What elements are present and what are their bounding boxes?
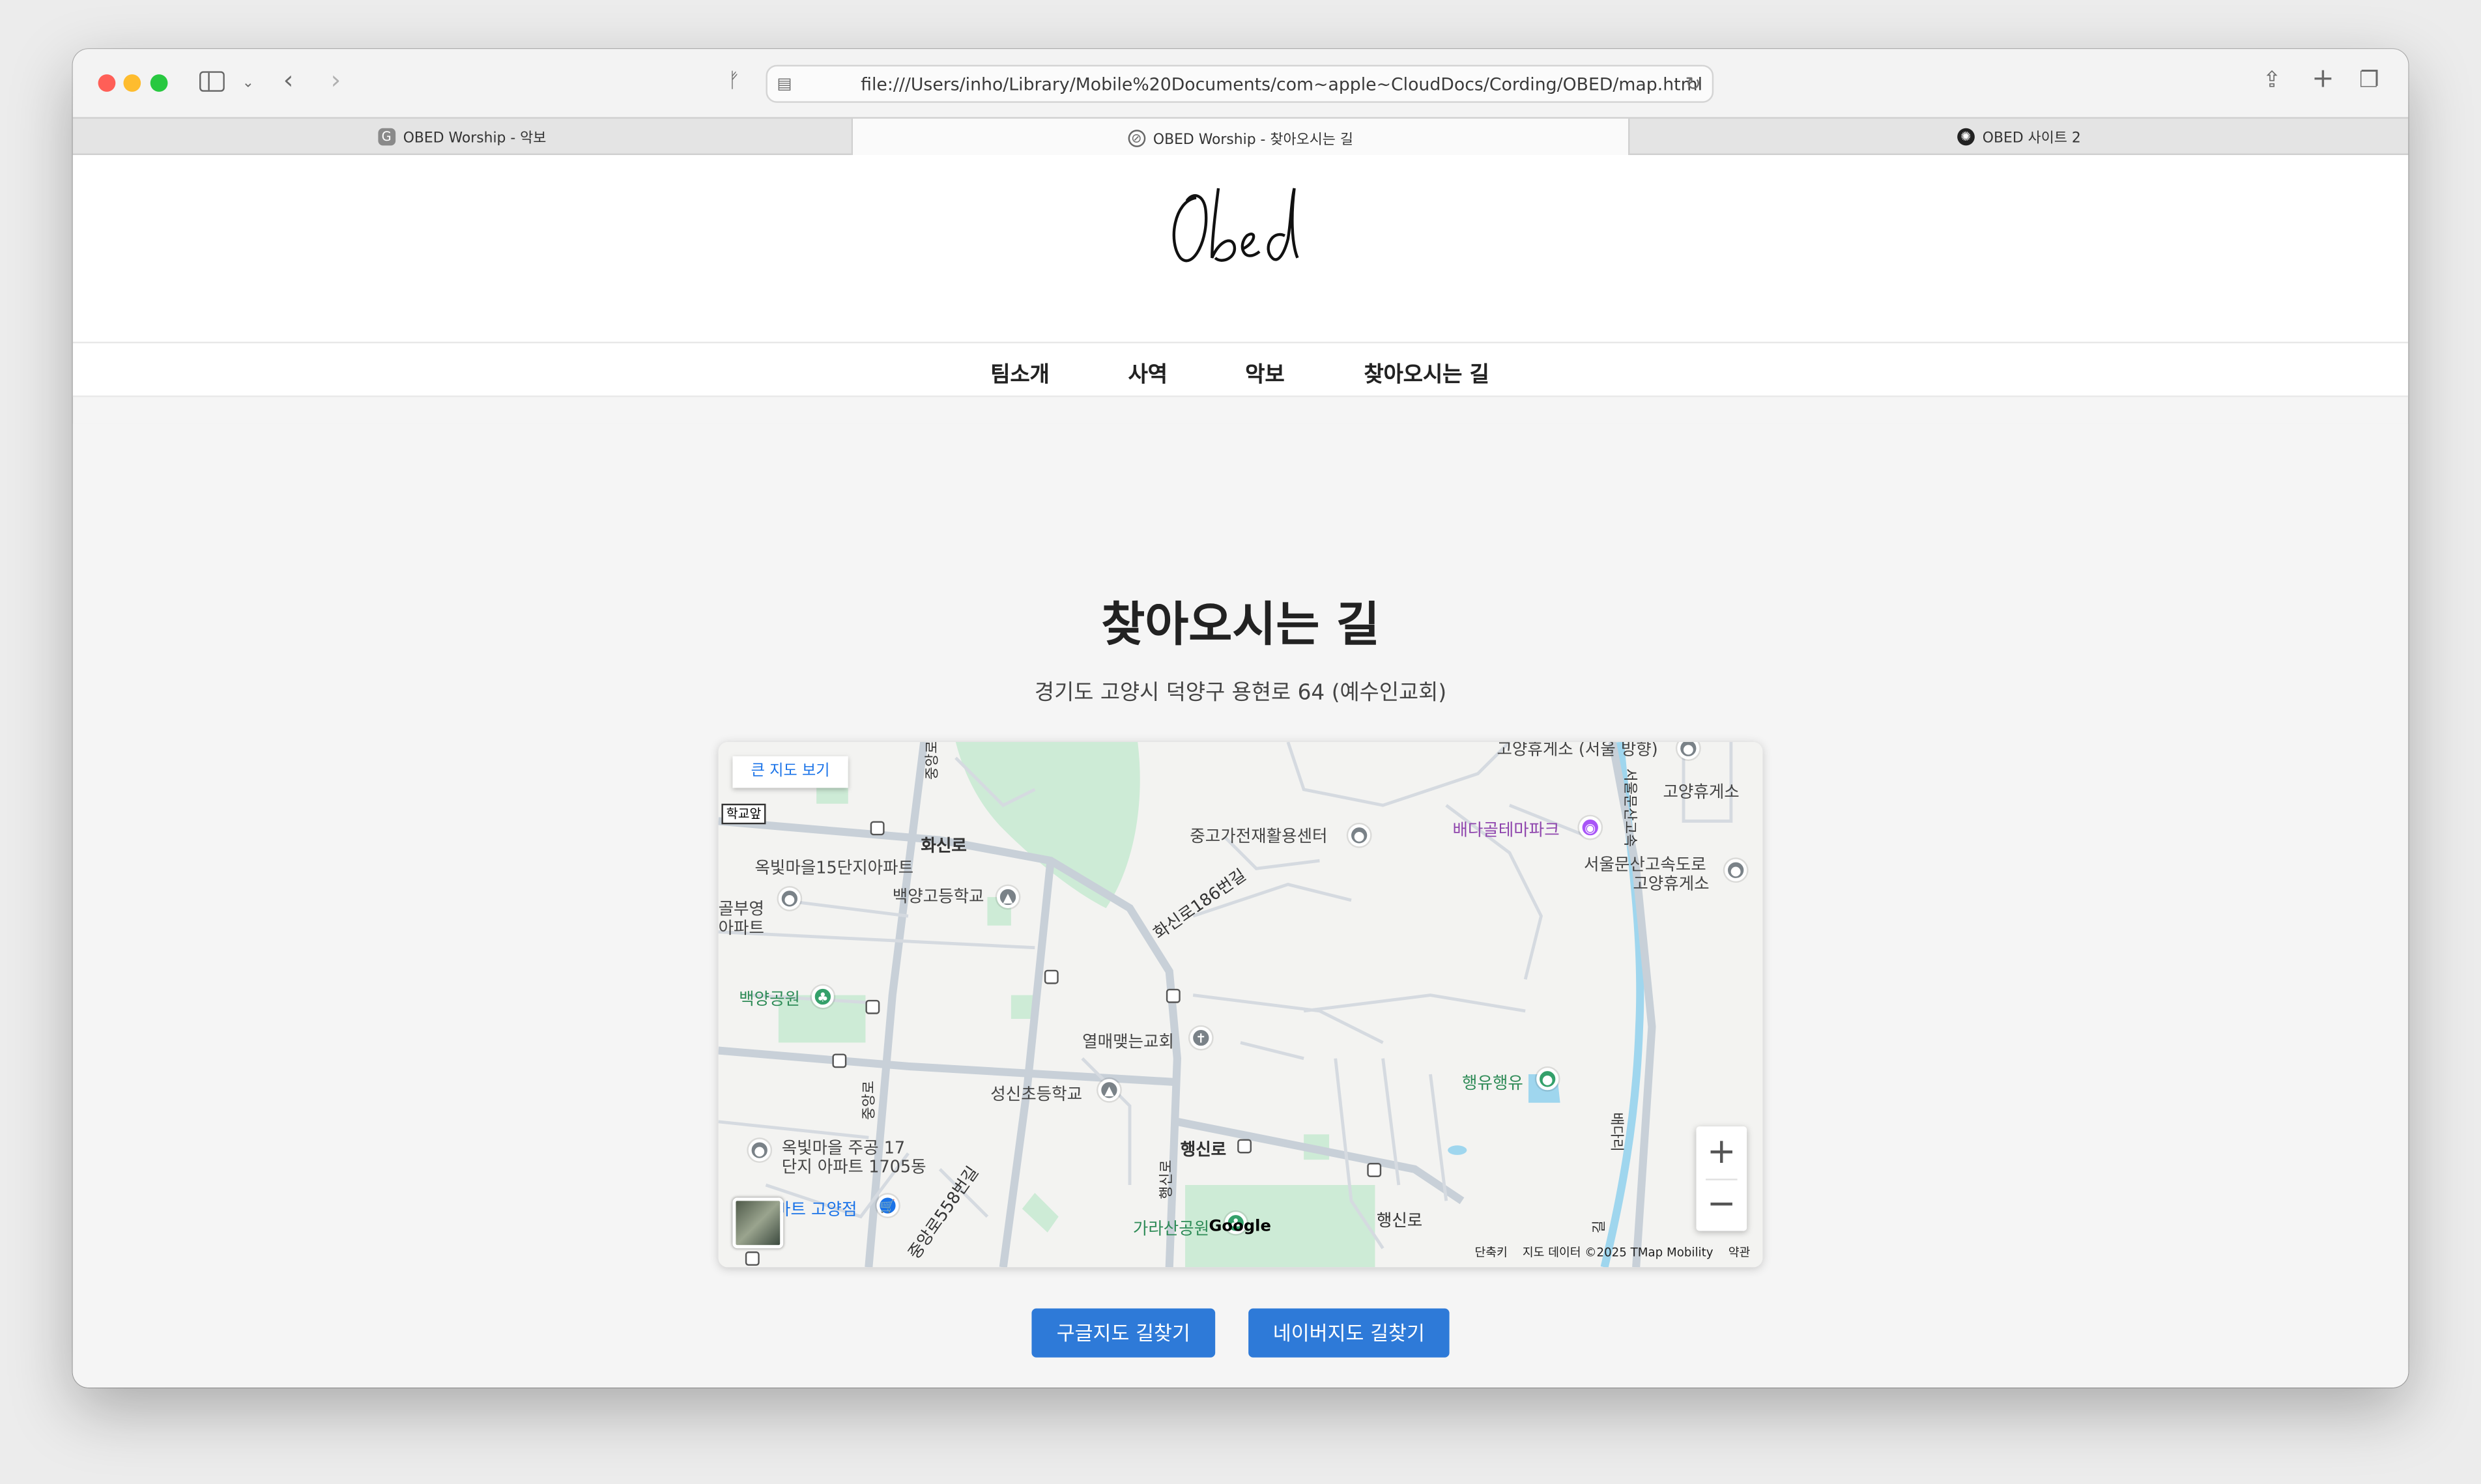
bus-stop-icon[interactable]: [1166, 988, 1181, 1003]
reload-icon[interactable]: ↻: [1685, 73, 1700, 95]
naver-directions-button[interactable]: 네이버지도 길찾기: [1248, 1308, 1450, 1358]
place-pin-icon[interactable]: ●: [778, 887, 801, 910]
page-settings-icon[interactable]: ▤: [777, 74, 792, 96]
place-pin-icon[interactable]: ●: [1348, 824, 1371, 847]
park-pin-icon[interactable]: ♣: [811, 986, 834, 1008]
web-page: 팀소개 사역 악보 찾아오시는 길 찾아오시는 길 경기도 고양시 덕양구 용현…: [72, 155, 2409, 1388]
bus-stop-icon[interactable]: [1237, 1139, 1252, 1154]
main-nav: 팀소개 사역 악보 찾아오시는 길: [72, 343, 2409, 397]
place-pin-icon[interactable]: ●: [1725, 859, 1747, 881]
map-data-credit: 지도 데이터 ©2025 TMap Mobility: [1522, 1245, 1714, 1260]
title-bar: ⌄ ‹ › ᚠ ▤ file:///Users/inho/Library/Mob…: [72, 49, 2409, 117]
map-label: 백양공원: [739, 990, 800, 1010]
school-pin-icon[interactable]: ▲: [1098, 1079, 1121, 1102]
site-header: [72, 155, 2409, 344]
zoom-in-button[interactable]: +: [1696, 1126, 1747, 1178]
map-label: 행신로: [1180, 1141, 1227, 1160]
map-label: 행유행유: [1462, 1074, 1523, 1094]
zoom-out-button[interactable]: −: [1696, 1178, 1747, 1231]
tab-overview-icon[interactable]: ❐: [2359, 70, 2379, 92]
url-text: file:///Users/inho/Library/Mobile%20Docu…: [861, 74, 1703, 95]
browser-window: ⌄ ‹ › ᚠ ▤ file:///Users/inho/Library/Mob…: [72, 49, 2409, 1388]
nav-ministry[interactable]: 사역: [1128, 356, 1168, 388]
nav-directions[interactable]: 찾아오시는 길: [1364, 356, 1489, 388]
map-label: 성신초등학교: [990, 1085, 1083, 1105]
extension-icon[interactable]: ᚠ: [728, 70, 740, 93]
map-label: 옥빛마을15단지아파트: [754, 859, 914, 878]
map-label: 서울문산고속: [1620, 768, 1637, 848]
map-label: 가라산공원: [1132, 1220, 1210, 1239]
map-label: 고양휴게소: [1663, 783, 1740, 803]
share-icon[interactable]: ⇪: [2263, 70, 2281, 92]
embedded-map[interactable]: 큰 지도 보기 학교앞 화신로 옥빛마을15단지아파트 백양고등학교 골부영 아…: [718, 742, 1763, 1268]
map-label: 화신로: [921, 836, 967, 856]
sidebar-toggle-icon[interactable]: [199, 71, 225, 96]
nav-sheet-music[interactable]: 악보: [1245, 356, 1284, 388]
tab-label: OBED 사이트 2: [1982, 131, 2081, 147]
minimize-window-button[interactable]: [123, 74, 141, 92]
divider: [1706, 1178, 1738, 1180]
terms-link[interactable]: 약관: [1728, 1245, 1751, 1259]
back-icon[interactable]: ‹: [283, 67, 294, 93]
bus-stop-icon[interactable]: [832, 1053, 847, 1068]
map-label: 고양휴게소 (서울 방향): [1497, 742, 1658, 760]
map-label: 고양휴게소: [1633, 875, 1710, 894]
tab-bar: G OBED Worship - 악보 ⊘ OBED Worship - 찾아오…: [72, 117, 2409, 157]
place-pin-icon[interactable]: ●: [748, 1139, 771, 1162]
map-label: 마트 고양점: [775, 1201, 857, 1220]
map-label: 중앙로: [925, 742, 941, 780]
satellite-toggle-thumbnail[interactable]: [732, 1197, 784, 1249]
map-label: 백양고등학교: [892, 887, 984, 907]
google-logo: Google: [1209, 1218, 1271, 1236]
google-directions-button[interactable]: 구글지도 길찾기: [1031, 1308, 1216, 1358]
map-label: 배다골테마파크: [1452, 821, 1560, 840]
zoom-controls: + −: [1696, 1126, 1747, 1231]
map-label: 행신로: [1376, 1212, 1423, 1231]
new-tab-icon[interactable]: +: [2312, 66, 2334, 93]
g-favicon-icon: G: [377, 128, 395, 146]
map-label: 중앙로: [862, 1080, 878, 1120]
tab-sheet-music[interactable]: G OBED Worship - 악보: [73, 119, 852, 155]
map-label: 아파트: [718, 919, 764, 939]
forward-icon[interactable]: ›: [331, 67, 341, 93]
openai-favicon-icon: ✺: [1957, 128, 1975, 146]
keyboard-shortcuts-link[interactable]: 단축키: [1474, 1245, 1507, 1259]
bus-stop-icon[interactable]: [865, 999, 880, 1014]
tab-label: OBED Worship - 악보: [403, 131, 547, 147]
tab-directions[interactable]: ⊘ OBED Worship - 찾아오시는 길: [851, 119, 1630, 157]
address-bar[interactable]: ▤ file:///Users/inho/Library/Mobile%20Do…: [766, 64, 1714, 103]
map-attribution: 단축키 지도 데이터 ©2025 TMap Mobility 약관: [1474, 1244, 1750, 1261]
school-pin-icon[interactable]: ▲: [997, 886, 1020, 909]
tab-label: OBED Worship - 찾아오시는 길: [1153, 132, 1353, 149]
map-label: 행신로: [1159, 1160, 1176, 1199]
map-label: 열매맺는교회: [1082, 1033, 1174, 1053]
map-label: 배다리: [1607, 1112, 1624, 1152]
page-title: 찾아오시는 길: [1101, 598, 1380, 654]
bus-stop-icon[interactable]: [1367, 1163, 1382, 1177]
chevron-down-icon[interactable]: ⌄: [242, 73, 254, 95]
bus-stop-icon[interactable]: [1044, 969, 1059, 984]
tab-site-2[interactable]: ✺ OBED 사이트 2: [1629, 119, 2408, 155]
zoom-window-button[interactable]: [150, 74, 168, 92]
church-pin-icon[interactable]: ✝: [1190, 1027, 1212, 1049]
address-text: 경기도 고양시 덕양구 용현로 64 (예수인교회): [1034, 680, 1447, 706]
map-label: 길: [1592, 1220, 1609, 1234]
close-window-button[interactable]: [98, 74, 116, 92]
map-label: 학교앞: [721, 803, 766, 825]
bus-stop-icon[interactable]: [745, 1251, 760, 1266]
compass-favicon-icon: ⊘: [1128, 128, 1145, 147]
map-label: 중고가전재활용센터: [1190, 827, 1328, 847]
obed-logo[interactable]: [1164, 178, 1315, 274]
shopping-pin-icon[interactable]: 🛒: [876, 1194, 899, 1217]
bus-stop-icon[interactable]: [870, 821, 885, 836]
directions-section: 찾아오시는 길 경기도 고양시 덕양구 용현로 64 (예수인교회) 큰 지도 …: [72, 423, 2409, 1388]
map-label: 단지 아파트 1705동: [781, 1158, 926, 1177]
park-pin-icon[interactable]: ●: [1536, 1068, 1559, 1091]
theme-park-pin-icon[interactable]: ◉: [1579, 816, 1601, 839]
nav-team-intro[interactable]: 팀소개: [990, 356, 1050, 388]
big-map-button[interactable]: 큰 지도 보기: [732, 756, 848, 788]
